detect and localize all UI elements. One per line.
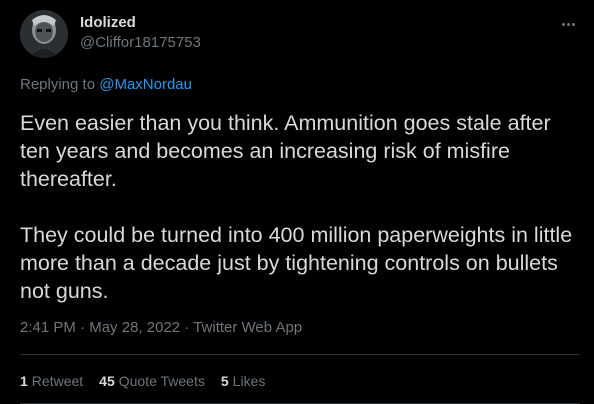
retweets-label: Retweet [31, 373, 84, 389]
meta-separator: · [180, 319, 194, 336]
tweet-time[interactable]: 2:41 PM [20, 319, 76, 336]
retweets-count: 1 [20, 373, 28, 389]
likes-label: Likes [232, 373, 266, 389]
replying-prefix: Replying to [20, 76, 96, 93]
quote-tweets-label: Quote Tweets [118, 373, 205, 389]
tweet-text: Even easier than you think. Ammunition g… [20, 109, 582, 305]
quote-tweets-count: 45 [99, 373, 115, 389]
author-handle[interactable]: @Cliffor18175753 [80, 33, 201, 53]
likes-stat[interactable]: 5 Likes [221, 371, 265, 391]
meta-separator: · [75, 319, 90, 336]
tweet-stats: 1 Retweet 45 Quote Tweets 5 Likes [20, 371, 265, 391]
author-display-name[interactable]: Idolized [80, 13, 201, 33]
tweet-source-link[interactable]: Twitter Web App [193, 319, 302, 336]
tweet-paragraph-1: Even easier than you think. Ammunition g… [20, 111, 551, 191]
quote-tweets-stat[interactable]: 45 Quote Tweets [99, 371, 205, 391]
ellipsis-icon-dot [566, 22, 570, 26]
tweet-detail: Idolized @Cliffor18175753 Replying to @M… [0, 0, 594, 404]
tweet-date[interactable]: May 28, 2022 [89, 319, 180, 336]
ellipsis-icon-dot [571, 22, 575, 26]
avatar[interactable] [20, 10, 68, 58]
more-options-button[interactable] [556, 14, 580, 34]
ellipsis-icon [561, 22, 565, 26]
avatar-image [20, 10, 68, 58]
tweet-paragraph-2: They could be turned into 400 million pa… [20, 223, 573, 303]
tweet-header: Idolized @Cliffor18175753 [20, 10, 580, 62]
author-names: Idolized @Cliffor18175753 [80, 13, 201, 53]
replying-mention-link[interactable]: @MaxNordau [99, 76, 192, 93]
tweet-meta: 2:41 PM · May 28, 2022 · Twitter Web App [20, 318, 302, 338]
divider [20, 354, 580, 355]
replying-to: Replying to @MaxNordau [20, 75, 192, 95]
likes-count: 5 [220, 373, 229, 389]
retweets-stat[interactable]: 1 Retweet [20, 371, 83, 391]
